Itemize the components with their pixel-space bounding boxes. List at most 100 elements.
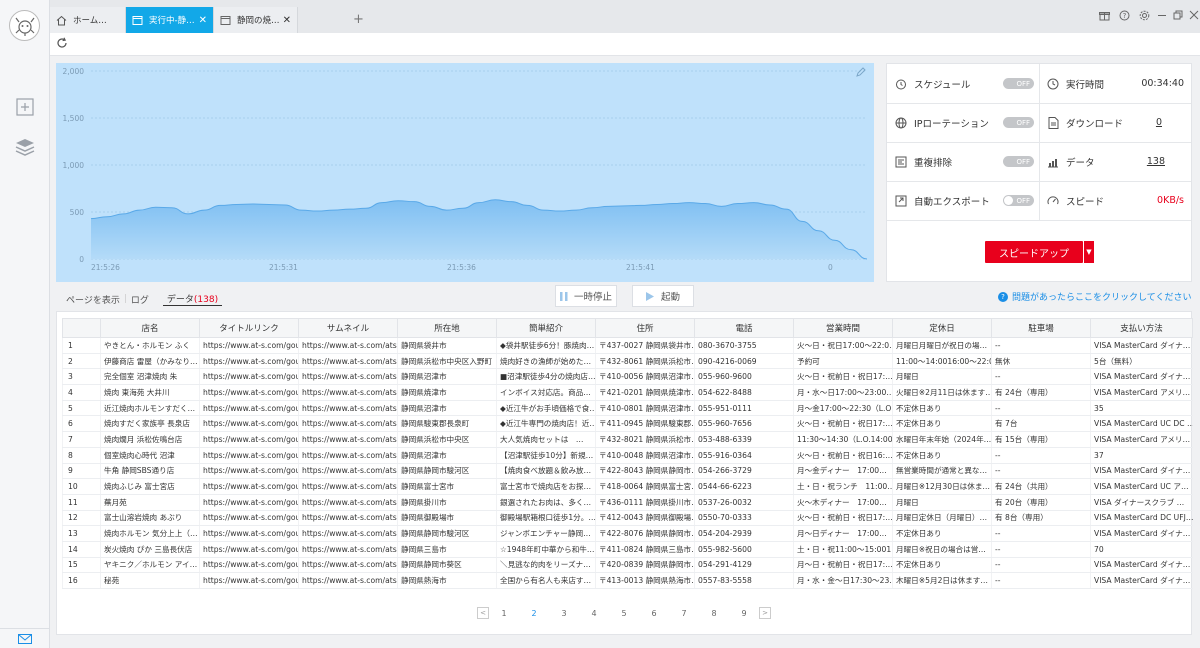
page-number[interactable]: 7	[669, 609, 699, 618]
row-number: 10	[62, 478, 101, 495]
reload-icon[interactable]	[56, 37, 70, 51]
table-row[interactable]: 1やきとん・ホルモン ふくhttps://www.at-s.com/gour…h…	[62, 337, 1193, 354]
speed-label: スピード	[1066, 196, 1105, 208]
table-cell: 月～日・祝前日・祝日17:…	[793, 557, 893, 574]
table-row[interactable]: 5近江焼肉ホルモンすだく…https://www.at-s.com/gour…h…	[62, 400, 1193, 417]
speed-up-button[interactable]: スピードアップ	[985, 241, 1083, 263]
auto-export-toggle[interactable]: OFF	[1003, 195, 1034, 206]
download-value[interactable]: 0	[1156, 117, 1162, 128]
page-number[interactable]: 9	[729, 609, 759, 618]
table-row[interactable]: 15ヤキニク／ホルモン アイ…https://www.at-s.com/gour…	[62, 557, 1193, 574]
next-page-icon[interactable]: >	[759, 607, 771, 619]
table-cell: VISA MasterCard ダイナ…	[1090, 463, 1193, 480]
table-cell: 〒410-0801 静岡県沼津市…	[595, 400, 695, 417]
help-icon[interactable]: ?	[1117, 8, 1131, 22]
tab-log[interactable]: ログ	[127, 293, 153, 306]
table-cell: 0557-83-5558	[694, 572, 794, 589]
column-header[interactable]: 住所	[595, 318, 695, 338]
tab-data[interactable]: データ(138)	[162, 292, 223, 306]
page-number[interactable]: 1	[489, 609, 519, 618]
table-row[interactable]: 16秘苑https://www.at-s.com/gour…https://ww…	[62, 572, 1193, 589]
table-row[interactable]: 2伊藤商店 雷屋（かみなり…https://www.at-s.com/gour……	[62, 353, 1193, 370]
column-header[interactable]: 所在地	[397, 318, 497, 338]
table-row[interactable]: 12富士山溶岩焼肉 あぶりhttps://www.at-s.com/gour…h…	[62, 510, 1193, 527]
column-header[interactable]	[62, 318, 101, 338]
table-cell: 5台（無料）	[1090, 353, 1193, 370]
pause-button[interactable]: 一時停止	[555, 285, 617, 307]
page-number[interactable]: 6	[639, 609, 669, 618]
tab-page-icon	[132, 14, 144, 26]
page-number[interactable]: 2	[519, 609, 549, 618]
table-row[interactable]: 6焼肉すだく家族亭 長泉店https://www.at-s.com/gour…h…	[62, 415, 1193, 433]
new-tab-button[interactable]: +	[353, 12, 364, 27]
app-logo	[9, 10, 40, 41]
chart-canvas: 2,000 1,500 1,000 500 0 21:5:26 21:5:31 21:5:36…	[63, 67, 868, 272]
table-cell: 火～日・祝日17:00～22:0…	[793, 337, 893, 354]
column-header[interactable]: 電話	[694, 318, 794, 338]
table-cell: 054-291-4129	[694, 557, 794, 574]
page-number[interactable]: 8	[699, 609, 729, 618]
page-number[interactable]: 5	[609, 609, 639, 618]
speed-up-dropdown[interactable]: ▼	[1084, 241, 1094, 263]
table-cell: 土・日・祝ランチ 11:00…	[793, 478, 893, 495]
close-tab-icon[interactable]: ✕	[199, 15, 207, 26]
settings-icon[interactable]	[1137, 8, 1151, 22]
table-row[interactable]: 11蕪月苑https://www.at-s.com/gour…https://w…	[62, 494, 1193, 511]
mail-icon[interactable]	[0, 628, 50, 648]
ip-rotation-toggle[interactable]: OFF	[1003, 117, 1034, 128]
table-cell: 054-204-2939	[694, 525, 794, 542]
table-cell: 静岡県静岡市葵区	[397, 557, 497, 574]
table-cell: https://www.at-s.com/ats-t…	[298, 572, 398, 589]
page-number[interactable]: 4	[579, 609, 609, 618]
column-header[interactable]: 定休日	[892, 318, 992, 338]
table-row[interactable]: 8個室焼肉心時代 沼津https://www.at-s.com/gour…htt…	[62, 447, 1193, 464]
edit-chart-icon[interactable]	[856, 67, 868, 79]
table-cell: 有 20台（専用）	[991, 494, 1091, 511]
table-row[interactable]: 3完全個室 沼津焼肉 朱https://www.at-s.com/gour…ht…	[62, 368, 1193, 386]
table-row[interactable]: 4焼肉 東海苑 大井川https://www.at-s.com/gour…htt…	[62, 384, 1193, 401]
column-header[interactable]: サムネイル	[298, 318, 398, 338]
data-count[interactable]: 138	[1147, 156, 1165, 167]
table-cell: ジャンボエンチャー静岡…	[496, 525, 596, 542]
column-header[interactable]: 店名	[100, 318, 200, 338]
tab-show-page[interactable]: ページを表示	[62, 293, 124, 306]
prev-page-icon[interactable]: <	[477, 607, 489, 619]
table-cell: 不定休日あり	[892, 557, 992, 574]
gift-icon[interactable]	[1097, 8, 1111, 22]
column-header[interactable]: 支払い方法	[1090, 318, 1193, 338]
table-row[interactable]: 10焼肉ふじみ 富士宮店https://www.at-s.com/gour…ht…	[62, 478, 1193, 495]
start-button[interactable]: 起動	[632, 285, 694, 307]
tab-shizuoka[interactable]: 静岡の焼… ✕	[214, 7, 298, 33]
table-cell: https://www.at-s.com/ats-t…	[298, 384, 398, 401]
close-icon[interactable]	[1187, 8, 1200, 22]
tab-bar: ホーム… 実行中-静… ✕ 静岡の焼… ✕ + ?	[50, 0, 1200, 33]
table-cell: 不定休日あり	[892, 525, 992, 542]
table-row[interactable]: 13焼肉ホルモン 気分上上（…https://www.at-s.com/gour…	[62, 525, 1193, 542]
play-icon	[645, 291, 654, 301]
page-number[interactable]: 3	[549, 609, 579, 618]
auto-export-row: 自動エクスポート OFF	[894, 181, 1034, 220]
schedule-toggle[interactable]: OFF	[1003, 78, 1034, 89]
column-header[interactable]: 簡単紹介	[496, 318, 596, 338]
help-link[interactable]: ? 問題があったらここをクリックしてください	[998, 290, 1191, 303]
column-header[interactable]: 営業時間	[793, 318, 893, 338]
tab-running[interactable]: 実行中-静… ✕	[126, 7, 214, 33]
close-tab-icon[interactable]: ✕	[283, 15, 291, 26]
table-cell: https://www.at-s.com/gour…	[199, 572, 299, 589]
minimize-icon[interactable]	[1155, 8, 1169, 22]
column-header[interactable]: タイトルリンク	[199, 318, 299, 338]
layers-icon[interactable]	[13, 135, 37, 159]
data-table: 店名 タイトルリンク サムネイル 所在地 簡単紹介 住所 電話 営業時間 定休日 駐車場 支払い方法…	[62, 318, 1193, 589]
table-cell: 富士宮市で焼肉店をお探…	[496, 478, 596, 495]
table-row[interactable]: 7焼肉燗月 浜松佐鳴台店https://www.at-s.com/gour…ht…	[62, 431, 1193, 448]
table-cell: https://www.at-s.com/ats-t…	[298, 337, 398, 354]
tab-home[interactable]: ホーム…	[50, 7, 126, 33]
address-bar	[50, 33, 1200, 56]
table-row[interactable]: 9牛角 静岡SBS通り店https://www.at-s.com/gour…ht…	[62, 463, 1193, 480]
new-task-icon[interactable]	[13, 95, 37, 119]
restore-icon[interactable]	[1171, 8, 1185, 22]
table-row[interactable]: 14炭火焼肉 ぴか 三島長伏店https://www.at-s.com/gour…	[62, 541, 1193, 558]
column-header[interactable]: 駐車場	[991, 318, 1091, 338]
dedupe-toggle[interactable]: OFF	[1003, 156, 1034, 167]
table-cell: 静岡県熱海市	[397, 572, 497, 589]
